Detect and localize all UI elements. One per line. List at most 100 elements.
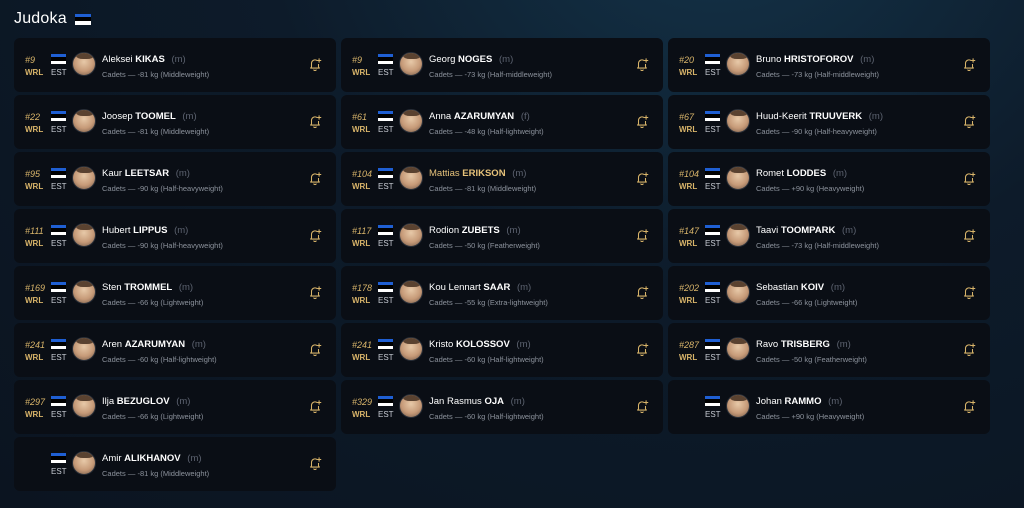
judoka-card[interactable]: #169 WRL EST Sten TROMMEL (m) Cadets — -… [14, 266, 336, 320]
athlete-name[interactable]: Aren AZARUMYAN (m) [102, 339, 206, 350]
first-name: Anna [429, 111, 454, 122]
bell-plus-icon[interactable] [308, 285, 322, 299]
athlete-name[interactable]: Amir ALIKHANOV (m) [102, 453, 202, 464]
judoka-card[interactable]: #147 WRL EST Taavi TOOMPARK (m) Cadets —… [668, 209, 990, 263]
world-ranking: #202 [679, 283, 700, 293]
athlete-name[interactable]: Romet LODDES (m) [756, 168, 847, 179]
world-ranking: #117 [352, 226, 372, 236]
world-ranking: #169 [25, 283, 46, 293]
estonia-flag-icon [705, 168, 720, 178]
athlete-name[interactable]: Rodion ZUBETS (m) [429, 225, 521, 236]
avatar [399, 166, 423, 190]
bell-plus-icon[interactable] [308, 114, 322, 128]
bell-plus-icon[interactable] [635, 114, 649, 128]
judoka-card[interactable]: #241 WRL EST Kristo KOLOSSOV (m) Cadets … [341, 323, 663, 377]
bell-plus-icon[interactable] [962, 399, 976, 413]
athlete-name[interactable]: Sebastian KOIV (m) [756, 282, 845, 293]
estonia-flag-icon [74, 13, 91, 25]
bell-plus-icon[interactable] [635, 57, 649, 71]
first-name: Huud-Keerit [756, 111, 810, 122]
athlete-name[interactable]: Kou Lennart SAAR (m) [429, 282, 531, 293]
judoka-card[interactable]: #104 WRL EST Mattias ERIKSON (m) Cadets … [341, 152, 663, 206]
bell-plus-icon[interactable] [962, 171, 976, 185]
last-name: LODDES [786, 168, 827, 179]
bell-plus-icon[interactable] [635, 285, 649, 299]
estonia-flag-icon [378, 111, 393, 121]
judoka-card[interactable]: WRL EST Amir ALIKHANOV (m) Cadets — -81 … [14, 437, 336, 491]
judoka-card[interactable]: #9 WRL EST Aleksei KIKAS (m) Cadets — -8… [14, 38, 336, 92]
bell-plus-icon[interactable] [962, 342, 976, 356]
bell-plus-icon[interactable] [962, 57, 976, 71]
bell-plus-icon[interactable] [635, 399, 649, 413]
judoka-card[interactable]: #20 WRL EST Bruno HRISTOFOROV (m) Cadets… [668, 38, 990, 92]
athlete-name[interactable]: Huud-Keerit TRUUVERK (m) [756, 111, 883, 122]
judoka-card[interactable]: #67 WRL EST Huud-Keerit TRUUVERK (m) Cad… [668, 95, 990, 149]
athlete-category: Cadets — -81 kg (Middleweight) [102, 469, 209, 478]
bell-plus-icon[interactable] [308, 399, 322, 413]
athlete-name[interactable]: Ravo TRISBERG (m) [756, 339, 851, 350]
athlete-name[interactable]: Johan RAMMO (m) [756, 396, 842, 407]
judoka-card[interactable]: #22 WRL EST Joosep TOOMEL (m) Cadets — -… [14, 95, 336, 149]
judoka-card[interactable]: #297 WRL EST Ilja BEZUGLOV (m) Cadets — … [14, 380, 336, 434]
bell-plus-icon[interactable] [635, 171, 649, 185]
weight-class: -55 kg (Extra-lightweight) [464, 298, 548, 307]
judoka-card[interactable]: WRL EST Johan RAMMO (m) Cadets — +90 kg … [668, 380, 990, 434]
bell-plus-icon[interactable] [308, 171, 322, 185]
avatar [72, 109, 96, 133]
judoka-card[interactable]: #9 WRL EST Georg NOGES (m) Cadets — -73 … [341, 38, 663, 92]
judoka-card[interactable]: #111 WRL EST Hubert LIPPUS (m) Cadets — … [14, 209, 336, 263]
age-category: Cadets [429, 127, 453, 136]
judoka-card[interactable]: #95 WRL EST Kaur LEETSAR (m) Cadets — -9… [14, 152, 336, 206]
ranking-label: WRL [679, 68, 698, 77]
athlete-name[interactable]: Hubert LIPPUS (m) [102, 225, 188, 236]
bell-plus-icon[interactable] [635, 228, 649, 242]
separator: — [454, 355, 465, 364]
bell-plus-icon[interactable] [962, 228, 976, 242]
athlete-name[interactable]: Anna AZARUMYAN (f) [429, 111, 530, 122]
bell-plus-icon[interactable] [308, 342, 322, 356]
avatar [399, 52, 423, 76]
judoka-grid: #9 WRL EST Aleksei KIKAS (m) Cadets — -8… [14, 38, 990, 491]
world-ranking: #95 [25, 169, 41, 179]
judoka-card[interactable]: #178 WRL EST Kou Lennart SAAR (m) Cadets… [341, 266, 663, 320]
athlete-name[interactable]: Jan Rasmus OJA (m) [429, 396, 525, 407]
separator: — [127, 184, 138, 193]
bell-plus-icon[interactable] [308, 228, 322, 242]
athlete-name[interactable]: Sten TROMMEL (m) [102, 282, 193, 293]
estonia-flag-icon [51, 282, 66, 292]
weight-class: -60 kg (Half-lightweight) [464, 355, 544, 364]
athlete-name[interactable]: Taavi TOOMPARK (m) [756, 225, 856, 236]
judoka-card[interactable]: #61 WRL EST Anna AZARUMYAN (f) Cadets — … [341, 95, 663, 149]
age-category: Cadets [756, 70, 780, 79]
athlete-name[interactable]: Georg NOGES (m) [429, 54, 513, 65]
athlete-name[interactable]: Joosep TOOMEL (m) [102, 111, 197, 122]
last-name: TOOMEL [135, 111, 176, 122]
judoka-card[interactable]: #104 WRL EST Romet LODDES (m) Cadets — +… [668, 152, 990, 206]
age-category: Cadets [102, 241, 126, 250]
bell-plus-icon[interactable] [308, 57, 322, 71]
athlete-name[interactable]: Aleksei KIKAS (m) [102, 54, 186, 65]
judoka-card[interactable]: #202 WRL EST Sebastian KOIV (m) Cadets —… [668, 266, 990, 320]
athlete-name[interactable]: Kaur LEETSAR (m) [102, 168, 190, 179]
gender: (m) [516, 282, 532, 293]
judoka-card[interactable]: #287 WRL EST Ravo TRISBERG (m) Cadets — … [668, 323, 990, 377]
athlete-name[interactable]: Kristo KOLOSSOV (m) [429, 339, 531, 350]
weight-class: -66 kg (Lightweight) [791, 298, 858, 307]
gender: (m) [836, 339, 851, 350]
athlete-name[interactable]: Bruno HRISTOFOROV (m) [756, 54, 874, 65]
country-code: EST [378, 353, 394, 362]
age-category: Cadets [429, 298, 453, 307]
bell-plus-icon[interactable] [962, 114, 976, 128]
athlete-name[interactable]: Ilja BEZUGLOV (m) [102, 396, 190, 407]
estonia-flag-icon [705, 282, 720, 292]
athlete-name[interactable]: Mattias ERIKSON (m) [429, 168, 526, 179]
last-name: AZARUMYAN [124, 339, 186, 350]
bell-plus-icon[interactable] [635, 342, 649, 356]
judoka-card[interactable]: #117 WRL EST Rodion ZUBETS (m) Cadets — … [341, 209, 663, 263]
bell-plus-icon[interactable] [308, 456, 322, 470]
estonia-flag-icon [378, 168, 393, 178]
first-name: Taavi [756, 225, 781, 236]
judoka-card[interactable]: #241 WRL EST Aren AZARUMYAN (m) Cadets —… [14, 323, 336, 377]
bell-plus-icon[interactable] [962, 285, 976, 299]
judoka-card[interactable]: #329 WRL EST Jan Rasmus OJA (m) Cadets —… [341, 380, 663, 434]
